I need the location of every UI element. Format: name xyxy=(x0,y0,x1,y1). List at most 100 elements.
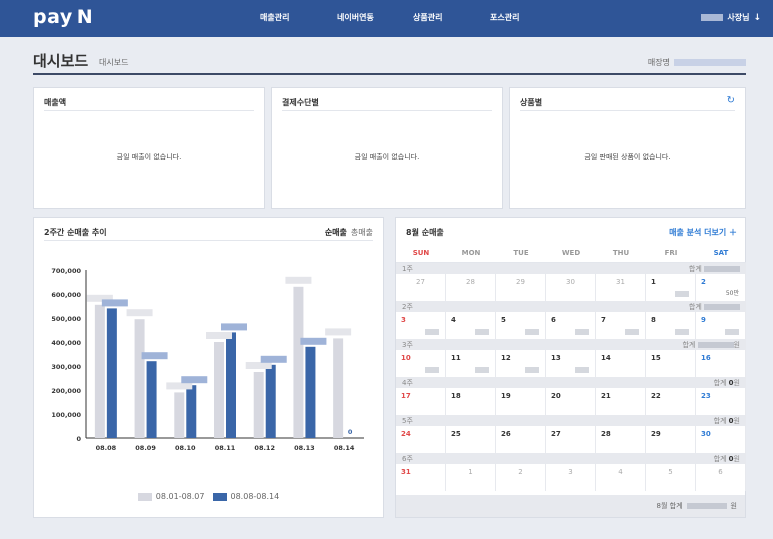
calendar-day-cell[interactable]: 23 xyxy=(696,388,745,415)
calendar-day-cell[interactable]: 9 xyxy=(696,312,745,339)
calendar-day-cell[interactable]: 18 xyxy=(446,388,495,415)
product-card: 상품별 ↻ 금일 판매된 상품이 없습니다. xyxy=(509,87,746,209)
user-dropdown-icon: ↓ xyxy=(753,12,761,23)
calendar-day-cell[interactable]: 25 xyxy=(446,426,495,453)
calendar-day-cell[interactable]: 13 xyxy=(546,350,595,377)
calendar-day-cell[interactable]: 1 xyxy=(446,464,495,491)
bar-curr-week xyxy=(226,332,236,438)
day-number: 31 xyxy=(616,278,625,286)
day-amount-redacted xyxy=(425,367,439,373)
calendar-day-cell[interactable]: 6 xyxy=(696,464,745,491)
bar-curr-value-redacted xyxy=(101,299,128,307)
calendar-day-cell[interactable]: 16 xyxy=(696,350,745,377)
calendar-day-cell[interactable]: 28 xyxy=(596,426,645,453)
calendar-day-cell[interactable]: 3 xyxy=(396,312,445,339)
bar-curr-week xyxy=(146,361,157,438)
bar-prev-week xyxy=(293,286,304,438)
chart-legend: 08.01-08.07 08.08-08.14 xyxy=(34,492,383,501)
weekday-header-row: SUN MON TUE WED THU FRI SAT xyxy=(396,244,746,263)
calendar-day-cell[interactable]: 27 xyxy=(396,274,445,301)
calendar-day-cell[interactable]: 30 xyxy=(546,274,595,301)
calendar-day-cell[interactable]: 5 xyxy=(496,312,545,339)
bar-prev-value-redacted xyxy=(245,362,272,369)
calendar-day-cell[interactable]: 21 xyxy=(596,388,645,415)
calendar-day-cell[interactable]: 29 xyxy=(496,274,545,301)
calendar-day-cell[interactable]: 19 xyxy=(496,388,545,415)
week-total-redacted xyxy=(704,265,740,272)
calendar-day-cell[interactable]: 28 xyxy=(446,274,495,301)
month-total-redacted xyxy=(686,503,727,509)
weekday-label: FRI xyxy=(664,249,678,257)
calendar-day-cell[interactable]: 5 xyxy=(646,464,695,491)
user-menu[interactable]: 사장님 ↓ xyxy=(701,12,761,23)
day-number: 30 xyxy=(566,278,575,286)
x-tick-label: 08.08 xyxy=(96,444,117,452)
calendar-day-cell[interactable]: 7 xyxy=(596,312,645,339)
calendar-day-cell[interactable]: 12 xyxy=(496,350,545,377)
week-days-row: 3 4 5 6 7 8 9 xyxy=(396,312,746,339)
calendar-day-cell[interactable]: 4 xyxy=(446,312,495,339)
store-name: 매장명 xyxy=(648,57,746,68)
nav-pos-management[interactable]: 포스관리 xyxy=(490,12,519,23)
week-total-unit: 원 xyxy=(733,340,740,349)
week-summary-bar: 5주 합계 0원 xyxy=(396,415,746,426)
calendar-day-cell[interactable]: 2 50만 xyxy=(696,274,745,301)
bar-curr-value-redacted xyxy=(260,355,287,363)
calendar-day-cell[interactable]: 11 xyxy=(446,350,495,377)
day-number: 29 xyxy=(651,430,661,438)
page-title: 대시보드 xyxy=(33,52,89,70)
week-total: 합계 0원 xyxy=(714,416,740,426)
store-name-redacted xyxy=(674,59,746,66)
nav-naver-link[interactable]: 네이버연동 xyxy=(337,12,374,23)
calendar-day-cell[interactable]: 27 xyxy=(546,426,595,453)
week-total: 합계 0원 xyxy=(714,378,740,388)
y-tick-label: 600,000 xyxy=(51,291,81,299)
calendar-day-cell[interactable]: 20 xyxy=(546,388,595,415)
calendar-day-cell[interactable]: 24 xyxy=(396,426,445,453)
bar-prev-value-redacted xyxy=(325,328,352,336)
y-tick-label: 500,000 xyxy=(51,315,81,323)
refresh-icon[interactable]: ↻ xyxy=(727,95,735,106)
calendar-day-cell[interactable]: 31 xyxy=(396,464,445,491)
day-number: 4 xyxy=(451,316,456,324)
day-amount-redacted xyxy=(425,329,439,335)
week-total-unit: 원 xyxy=(733,454,740,463)
calendar-day-cell[interactable]: 3 xyxy=(546,464,595,491)
sales-analysis-more-link[interactable]: 매출 분석 더보기 ＋ xyxy=(669,227,737,238)
calendar-day-cell[interactable]: 29 xyxy=(646,426,695,453)
legend-prev-week: 08.01-08.07 xyxy=(137,492,205,501)
weekday-label: SUN xyxy=(412,249,430,257)
day-number: 31 xyxy=(401,468,411,476)
day-number: 1 xyxy=(468,468,473,476)
calendar-day-cell[interactable]: 6 xyxy=(546,312,595,339)
week-total: 합계 xyxy=(689,302,740,312)
day-number: 2 xyxy=(518,468,523,476)
calendar-day-cell[interactable]: 15 xyxy=(646,350,695,377)
calendar-day-cell[interactable]: 22 xyxy=(646,388,695,415)
day-amount-redacted xyxy=(575,367,589,373)
calendar-day-cell[interactable]: 17 xyxy=(396,388,445,415)
calendar-day-cell[interactable]: 8 xyxy=(646,312,695,339)
bar-curr-week xyxy=(106,308,117,438)
payment-method-card: 결제수단별 금일 매출이 없습니다. xyxy=(271,87,503,209)
sales-card-title: 매출액 xyxy=(44,98,67,107)
day-number: 18 xyxy=(451,392,461,400)
calendar-day-cell[interactable]: 30 xyxy=(696,426,745,453)
calendar-day-cell[interactable]: 14 xyxy=(596,350,645,377)
calendar-day-cell[interactable]: 1 xyxy=(646,274,695,301)
calendar-day-cell[interactable]: 2 xyxy=(496,464,545,491)
legend-prev-swatch xyxy=(137,492,152,501)
calendar-day-cell[interactable]: 31 xyxy=(596,274,645,301)
legend-curr-swatch xyxy=(212,492,227,501)
weekday-label: SAT xyxy=(713,249,729,257)
calendar-day-cell[interactable]: 10 xyxy=(396,350,445,377)
nav-product-management[interactable]: 상품관리 xyxy=(413,12,442,23)
pay-n-logo[interactable]: pay N xyxy=(33,6,93,28)
day-number: 4 xyxy=(618,468,623,476)
nav-sales-management[interactable]: 매출관리 xyxy=(260,12,289,23)
calendar-day-cell[interactable]: 4 xyxy=(596,464,645,491)
day-number: 13 xyxy=(551,354,561,362)
week-label: 5주 xyxy=(402,416,413,425)
calendar-day-cell[interactable]: 26 xyxy=(496,426,545,453)
day-amount-redacted xyxy=(525,329,539,335)
